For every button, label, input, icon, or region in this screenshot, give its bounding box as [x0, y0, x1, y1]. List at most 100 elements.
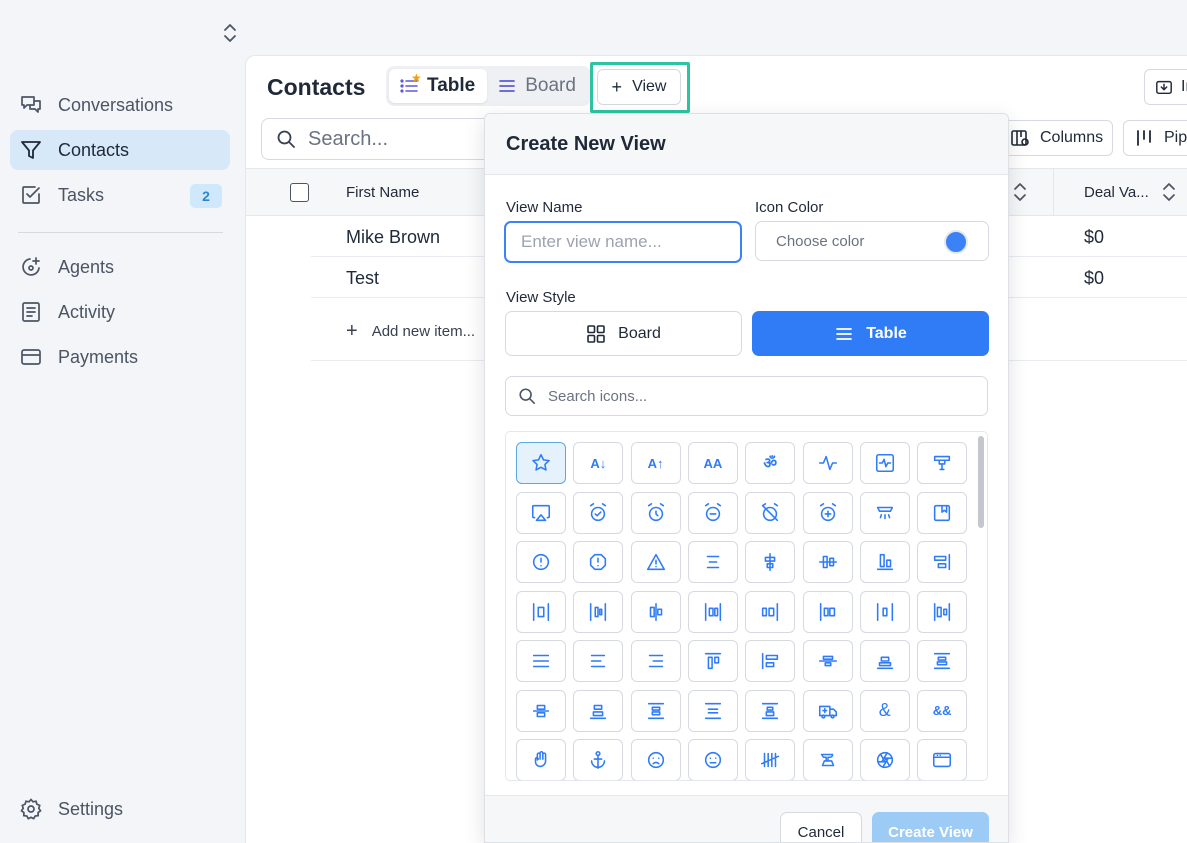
select-all-checkbox[interactable] — [290, 183, 309, 202]
workspace-switcher-icon[interactable] — [220, 22, 240, 44]
anchor-icon[interactable] — [573, 739, 624, 780]
modal-footer: Cancel Create View — [485, 795, 1008, 842]
icon-search-input[interactable]: Search icons... — [505, 376, 988, 416]
add-view-button[interactable]: + View — [597, 69, 681, 105]
anvil-icon[interactable] — [802, 739, 853, 780]
align-distribute-h4-icon[interactable] — [687, 590, 738, 633]
align-middle-icon[interactable] — [802, 640, 853, 682]
align-vertical-icon[interactable] — [917, 640, 968, 682]
sort-az-icon[interactable]: A↓ — [573, 442, 624, 484]
cancel-button[interactable]: Cancel — [780, 812, 862, 842]
add-new-item-button[interactable]: + Add new item... — [346, 320, 475, 343]
pipeline-button[interactable]: Pipe — [1123, 120, 1187, 156]
tab-label: Board — [525, 75, 576, 96]
align-v1-icon[interactable] — [516, 689, 566, 732]
color-picker[interactable]: Choose color — [755, 221, 989, 261]
sidebar-item-activity[interactable]: Activity — [10, 292, 230, 332]
airplay-icon[interactable] — [516, 491, 566, 534]
style-table-button[interactable]: Table — [752, 311, 989, 356]
first-name-cell: Mike Brown — [346, 227, 441, 247]
hand-icon[interactable] — [516, 739, 566, 780]
align-distribute-h8-icon[interactable] — [917, 590, 968, 633]
alert-octagon-icon[interactable] — [573, 541, 624, 583]
import-button[interactable]: Im — [1144, 69, 1187, 105]
align-justify-icon[interactable] — [516, 640, 566, 682]
app-window-icon[interactable] — [917, 739, 968, 780]
alarm-off-icon[interactable] — [745, 491, 796, 534]
album-icon[interactable] — [917, 491, 968, 534]
ampersands-icon[interactable]: && — [917, 689, 968, 732]
view-name-input[interactable] — [504, 221, 742, 263]
align-v4-icon[interactable] — [687, 689, 738, 732]
deal-value-cell: $0 — [1084, 268, 1105, 288]
align-start-v-icon[interactable] — [745, 640, 796, 682]
align-bottom-icon[interactable] — [859, 541, 910, 583]
create-view-button[interactable]: Create View — [872, 812, 989, 842]
align-center-icon[interactable] — [687, 541, 738, 583]
shower-icon[interactable] — [859, 491, 910, 534]
document-icon — [18, 299, 44, 325]
tasks-count-badge: 2 — [190, 184, 222, 208]
align-end-v-icon[interactable] — [917, 541, 968, 583]
column-header-first-name[interactable]: First Name — [346, 184, 419, 201]
pipeline-icon — [1137, 130, 1151, 146]
align-top-icon[interactable] — [687, 640, 738, 682]
modal-title: Create New View — [506, 133, 666, 155]
sort-icon[interactable] — [1161, 181, 1177, 203]
align-distribute-h2-icon[interactable] — [573, 590, 624, 633]
sidebar-divider — [18, 232, 223, 233]
align-distribute-h5-icon[interactable] — [745, 590, 796, 633]
sidebar-item-tasks[interactable]: Tasks 2 — [10, 175, 230, 215]
tab-table[interactable]: ★ Table — [389, 69, 488, 103]
download-icon — [1156, 80, 1172, 95]
style-board-button[interactable]: Board — [505, 311, 742, 356]
choose-color-text: Choose color — [776, 232, 865, 250]
activity-square-icon[interactable] — [859, 442, 910, 484]
align-center-h-icon[interactable] — [745, 541, 796, 583]
align-distribute-h1-icon[interactable] — [516, 590, 566, 633]
alarm-minus-icon[interactable] — [687, 491, 738, 534]
sidebar-item-settings[interactable]: Settings — [10, 789, 230, 829]
align-v2-icon[interactable] — [573, 689, 624, 732]
frown-icon[interactable] — [630, 739, 681, 780]
aperture-icon[interactable] — [859, 739, 910, 780]
align-right-icon[interactable] — [630, 640, 681, 682]
align-left-icon[interactable] — [573, 640, 624, 682]
text-size-icon[interactable]: AA — [687, 442, 738, 484]
color-swatch[interactable] — [944, 230, 968, 254]
sidebar-item-contacts[interactable]: Contacts — [10, 130, 230, 170]
star-icon[interactable] — [516, 442, 566, 484]
align-distribute-h3-icon[interactable] — [630, 590, 681, 633]
alarm-check-icon[interactable] — [573, 491, 624, 534]
sidebar-item-payments[interactable]: Payments — [10, 337, 230, 377]
tally-icon[interactable] — [745, 739, 796, 780]
align-horizontal-icon[interactable] — [859, 640, 910, 682]
alarm-clock-icon[interactable] — [630, 491, 681, 534]
star-icon: ★ — [411, 71, 422, 85]
search-input[interactable]: Search... — [261, 118, 501, 160]
tab-board[interactable]: Board — [487, 69, 588, 103]
ampersand-icon[interactable]: & — [859, 689, 910, 732]
align-v3-icon[interactable] — [630, 689, 681, 732]
alert-triangle-icon[interactable] — [630, 541, 681, 583]
first-name-cell: Test — [346, 268, 380, 288]
search-placeholder: Search... — [308, 127, 389, 150]
sidebar-item-agents[interactable]: Agents — [10, 247, 230, 287]
ambulance-icon[interactable] — [802, 689, 853, 732]
columns-button[interactable]: Columns — [999, 120, 1113, 156]
column-header-deal-value[interactable]: Deal Va... — [1084, 184, 1149, 201]
sort-icon[interactable] — [1012, 181, 1028, 203]
om-icon[interactable]: ॐ — [745, 442, 796, 484]
sidebar-item-conversations[interactable]: Conversations — [10, 85, 230, 125]
align-center-v-icon[interactable] — [802, 541, 853, 583]
scrollbar[interactable] — [978, 436, 984, 528]
sort-za-icon[interactable]: A↑ — [630, 442, 681, 484]
align-distribute-h7-icon[interactable] — [859, 590, 910, 633]
meh-icon[interactable] — [687, 739, 738, 780]
alert-circle-icon[interactable] — [516, 541, 566, 583]
align-v5-icon[interactable] — [745, 689, 796, 732]
align-distribute-h6-icon[interactable] — [802, 590, 853, 633]
activity-icon[interactable] — [802, 442, 853, 484]
alarm-plus-icon[interactable] — [802, 491, 853, 534]
spray-icon[interactable] — [917, 442, 968, 484]
